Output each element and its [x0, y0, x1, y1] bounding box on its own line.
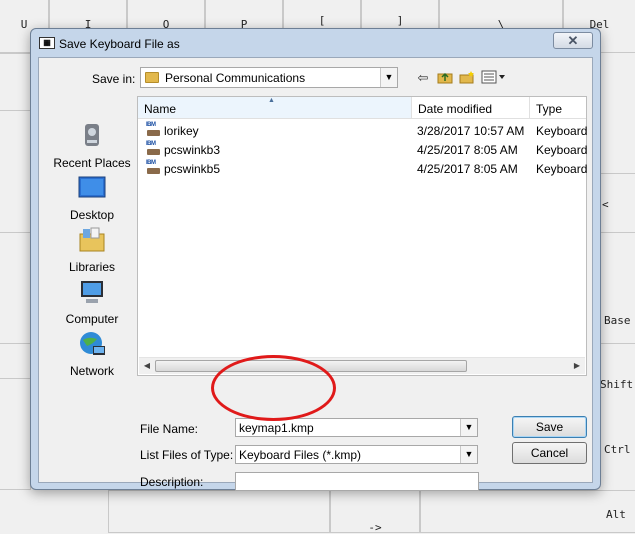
place-desktop[interactable]: Desktop [47, 174, 137, 226]
file-type-dropdown[interactable]: Keyboard Files (*.kmp) ▼ [235, 445, 478, 464]
file-name: pcswinkb5 [164, 162, 221, 176]
side-label-ctrl: Ctrl [604, 443, 631, 456]
chevron-down-icon[interactable]: ▼ [460, 419, 477, 436]
computer-icon [81, 281, 103, 303]
sort-ascending-icon: ▲ [268, 97, 275, 104]
recent-places-icon [85, 124, 99, 146]
network-icon [80, 332, 105, 355]
file-name: pcswinkb3 [164, 143, 221, 157]
file-date: 4/25/2017 8:05 AM [417, 162, 518, 176]
view-menu-button[interactable] [480, 70, 508, 88]
description-label: Description: [140, 475, 204, 489]
column-header-type[interactable]: Type [530, 97, 586, 119]
new-folder-icon [459, 71, 474, 84]
up-folder-icon [437, 72, 453, 84]
dialog-client-area: Save in: Personal Communications ▼ ⇦ Rec… [38, 57, 593, 491]
list-files-of-type-label: List Files of Type: [140, 448, 234, 462]
libraries-icon [79, 227, 105, 252]
highlight-ellipse [211, 355, 336, 421]
scroll-right-icon[interactable]: ▶ [570, 360, 584, 372]
save-keyboard-file-dialog: ▦ Save Keyboard File as ✕ Save in: Perso… [30, 28, 601, 491]
place-libraries[interactable]: Libraries [47, 226, 137, 278]
key-bottom-3[interactable] [420, 490, 635, 533]
side-label-base: Base [604, 314, 631, 327]
key-right-2[interactable] [599, 232, 635, 344]
save-in-dropdown[interactable]: Personal Communications ▼ [140, 67, 398, 88]
horizontal-scrollbar[interactable]: ◀ ▶ [139, 357, 585, 374]
save-in-label: Save in: [92, 72, 136, 86]
desktop-icon [78, 176, 106, 198]
scroll-left-icon[interactable]: ◀ [140, 360, 154, 372]
file-name: lorikey [164, 124, 199, 138]
dialog-title-bar[interactable]: ▦ Save Keyboard File as ✕ [31, 29, 600, 57]
cancel-button[interactable]: Cancel [512, 442, 587, 464]
save-button[interactable]: Save [512, 416, 587, 438]
keyboard-app-icon: ▦ [39, 37, 55, 49]
place-computer[interactable]: Computer [47, 278, 137, 330]
side-label-alt: Alt [606, 508, 626, 521]
place-label-libraries: Libraries [68, 260, 116, 274]
key-bottom-1[interactable] [108, 490, 330, 533]
folder-icon [145, 72, 159, 83]
file-name-value[interactable]: keymap1.kmp [239, 421, 314, 435]
close-icon: ✕ [567, 33, 579, 48]
file-type-value: Keyboard Files (*.kmp) [239, 448, 362, 462]
file-row[interactable]: IBM pcswinkb5 4/25/2017 8:05 AM Keyboard [138, 159, 588, 178]
key-left-edge[interactable] [0, 53, 31, 111]
chevron-down-icon[interactable]: ▼ [460, 446, 477, 463]
new-folder-button[interactable] [457, 70, 477, 88]
keyboard-file-icon: IBM [146, 160, 161, 176]
place-label-computer: Computer [65, 312, 119, 326]
side-label-less-than: < [602, 198, 609, 211]
file-list[interactable]: ▲ Name Date modified Type IBM lorikey 3/… [137, 96, 587, 376]
file-date: 4/25/2017 8:05 AM [417, 143, 518, 157]
column-header-name[interactable]: ▲ Name [138, 97, 412, 119]
place-network[interactable]: Network [47, 330, 137, 382]
file-type: Keyboard [536, 143, 588, 157]
file-type: Keyboard [536, 162, 588, 176]
file-name-label: File Name: [140, 422, 199, 436]
column-header-name-label: Name [144, 102, 177, 116]
key-left-bottom[interactable] [0, 378, 31, 490]
close-button[interactable]: ✕ [553, 32, 593, 49]
side-label-shift: Shift [600, 378, 634, 391]
column-header-date-modified[interactable]: Date modified [412, 97, 530, 119]
keyboard-file-icon: IBM [146, 122, 161, 138]
place-label-recent: Recent Places [53, 156, 131, 170]
back-button[interactable]: ⇦ [413, 70, 433, 88]
column-header-date-label: Date modified [418, 102, 493, 116]
file-row[interactable]: IBM lorikey 3/28/2017 10:57 AM Keyboard [138, 121, 588, 140]
key-arrow-right[interactable]: -> [330, 490, 420, 534]
file-date: 3/28/2017 10:57 AM [417, 124, 525, 138]
save-in-value: Personal Communications [165, 71, 306, 85]
place-label-desktop: Desktop [69, 208, 115, 222]
keyboard-file-icon: IBM [146, 141, 161, 157]
description-field[interactable] [235, 472, 479, 491]
chevron-down-icon[interactable]: ▼ [380, 68, 397, 87]
file-type: Keyboard [536, 124, 588, 138]
key-left-lower[interactable] [0, 232, 31, 344]
dialog-title: Save Keyboard File as [59, 37, 180, 51]
column-header-type-label: Type [536, 102, 563, 116]
view-menu-icon [481, 70, 505, 84]
file-row[interactable]: IBM pcswinkb3 4/25/2017 8:05 AM Keyboard [138, 140, 588, 159]
up-folder-button[interactable] [435, 70, 455, 88]
place-recent-places[interactable]: Recent Places [47, 122, 137, 174]
place-label-network: Network [69, 364, 114, 378]
back-arrow-icon: ⇦ [417, 70, 429, 85]
